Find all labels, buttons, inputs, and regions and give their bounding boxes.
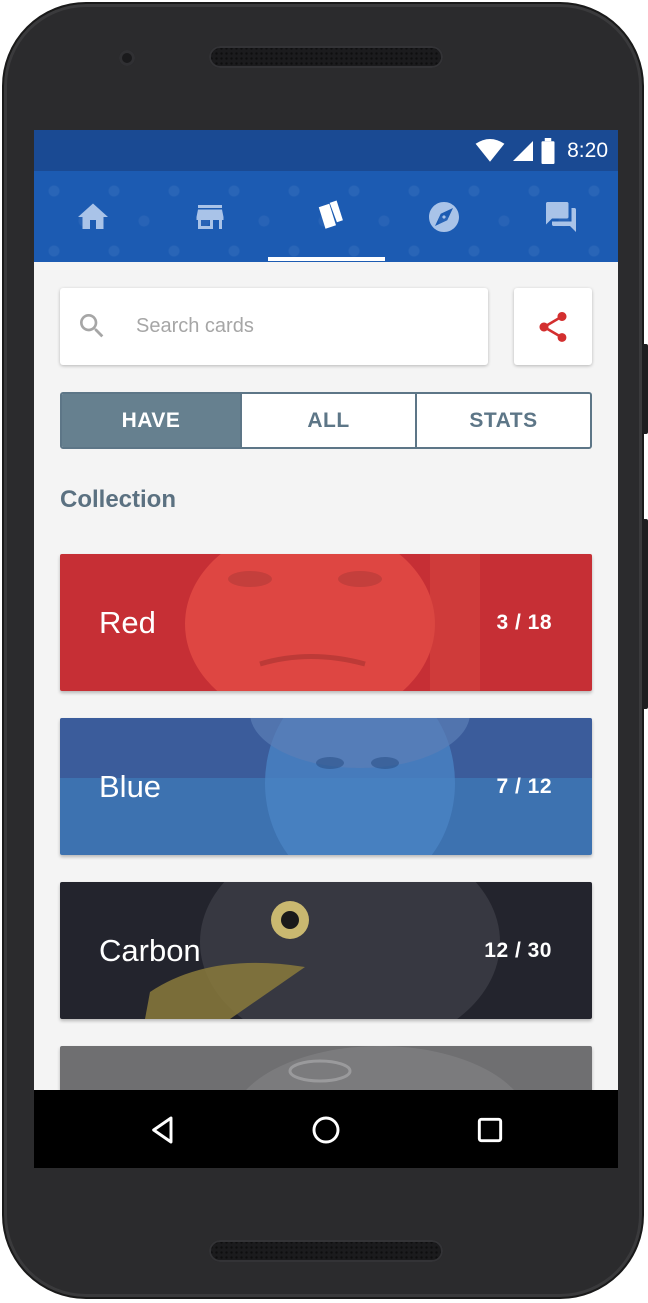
volume-button [642,519,648,709]
wifi-icon [475,139,505,162]
top-nav-bar [34,171,618,262]
section-title: Collection [60,486,177,513]
home-icon [77,203,108,229]
status-time: 8:20 [567,139,608,162]
home-circle-icon [312,1116,340,1144]
active-tab-indicator [268,257,385,261]
back-icon [152,1116,173,1144]
bottom-speaker [209,1240,443,1262]
tab-home[interactable] [34,171,151,262]
recents-icon [477,1117,503,1143]
battery-icon [541,138,555,164]
signal-icon [513,141,534,161]
card-count: 7 / 12 [496,774,552,798]
cards-icon [318,200,343,229]
store-icon [196,204,223,229]
recents-button[interactable] [470,1110,510,1150]
search-icon [80,314,104,338]
power-button [642,344,648,434]
card-name: Blue [99,768,162,804]
tab-chat[interactable] [502,171,618,262]
tab-cards[interactable] [268,171,385,262]
compass-icon [428,201,459,232]
segmented-control: HAVE ALL STATS [60,392,592,449]
segment-all[interactable]: ALL [240,394,415,447]
top-speaker [209,46,443,68]
status-bar: 8:20 [34,130,618,171]
system-nav-bar [34,1090,618,1168]
app-screen: 8:20 Search cards HAVE ALL STATS Collect… [34,130,618,1168]
segment-stats[interactable]: STATS [415,394,590,447]
card-count: 12 / 30 [484,938,552,962]
collection-card-blue[interactable]: Blue 7 / 12 [60,718,592,855]
card-name: Red [99,604,156,640]
collection-card-red[interactable]: Red 3 / 18 [60,554,592,691]
tab-store[interactable] [151,171,268,262]
share-button[interactable] [514,288,592,365]
home-button[interactable] [306,1110,346,1150]
segment-have[interactable]: HAVE [62,394,240,447]
tab-explore[interactable] [385,171,502,262]
phone-frame: 8:20 Search cards HAVE ALL STATS Collect… [2,2,648,1299]
collection-card-carbon[interactable]: Carbon 12 / 30 [60,882,592,1019]
search-box[interactable] [60,288,488,365]
card-name: Carbon [99,932,201,968]
card-count: 3 / 18 [496,610,552,634]
front-camera [119,50,135,66]
back-button[interactable] [143,1110,183,1150]
share-icon [539,311,567,342]
search-input[interactable] [136,306,466,346]
chat-icon [545,201,576,232]
